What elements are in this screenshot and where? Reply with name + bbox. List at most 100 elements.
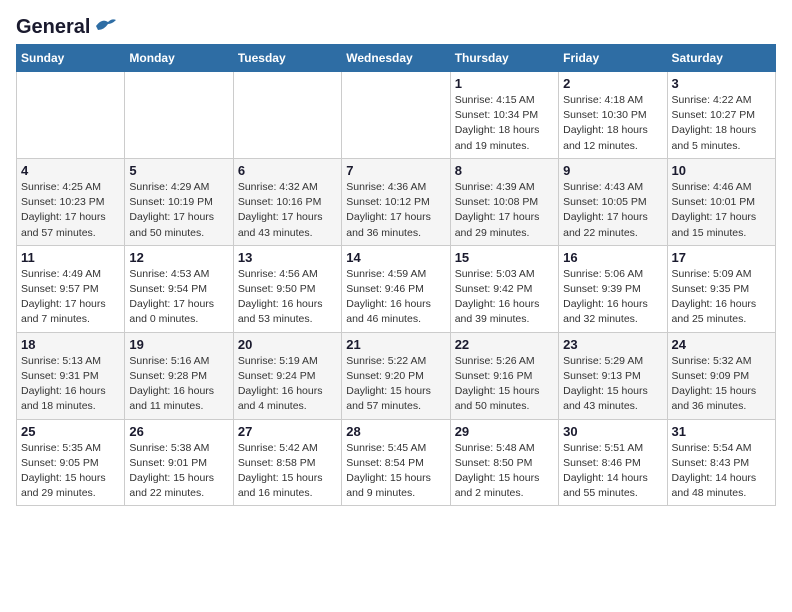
day-number: 17 (672, 250, 771, 265)
day-info: Sunrise: 5:54 AM Sunset: 8:43 PM Dayligh… (672, 441, 771, 502)
logo-general: General (16, 16, 90, 38)
week-row-1: 1 Sunrise: 4:15 AM Sunset: 10:34 PM Dayli… (17, 72, 776, 159)
empty-cell (125, 72, 233, 159)
day-info: Sunrise: 4:46 AM Sunset: 10:01 PM Daylig… (672, 180, 771, 241)
day-cell-31: 31 Sunrise: 5:54 AM Sunset: 8:43 PM Dayli… (667, 419, 775, 506)
day-number: 25 (21, 424, 120, 439)
calendar-table: SundayMondayTuesdayWednesdayThursdayFrid… (16, 44, 776, 506)
week-row-4: 18Sunrise: 5:13 AM Sunset: 9:31 PM Dayli… (17, 332, 776, 419)
day-info: Sunrise: 4:56 AM Sunset: 9:50 PM Dayligh… (238, 267, 337, 328)
day-info: Sunrise: 4:15 AM Sunset: 10:34 PM Daylig… (455, 93, 554, 154)
day-number: 22 (455, 337, 554, 352)
day-number: 5 (129, 163, 228, 178)
header: General (16, 16, 776, 34)
day-info: Sunrise: 4:22 AM Sunset: 10:27 PM Daylig… (672, 93, 771, 154)
day-number: 20 (238, 337, 337, 352)
day-cell-16: 16 Sunrise: 5:06 AM Sunset: 9:39 PM Dayli… (559, 245, 667, 332)
day-cell-26: 26 Sunrise: 5:38 AM Sunset: 9:01 PM Dayli… (125, 419, 233, 506)
day-cell-4: 4 Sunrise: 4:25 AM Sunset: 10:23 PM Dayli… (17, 158, 125, 245)
day-number: 12 (129, 250, 228, 265)
day-info: Sunrise: 5:35 AM Sunset: 9:05 PM Dayligh… (21, 441, 120, 502)
day-info: Sunrise: 5:13 AM Sunset: 9:31 PM Dayligh… (21, 354, 120, 415)
day-info: Sunrise: 5:32 AM Sunset: 9:09 PM Dayligh… (672, 354, 771, 415)
day-cell-23: 23Sunrise: 5:29 AM Sunset: 9:13 PM Dayli… (559, 332, 667, 419)
day-info: Sunrise: 4:39 AM Sunset: 10:08 PM Daylig… (455, 180, 554, 241)
day-info: Sunrise: 4:43 AM Sunset: 10:05 PM Daylig… (563, 180, 662, 241)
day-number: 28 (346, 424, 445, 439)
day-cell-10: 10 Sunrise: 4:46 AM Sunset: 10:01 PM Dayl… (667, 158, 775, 245)
day-info: Sunrise: 5:51 AM Sunset: 8:46 PM Dayligh… (563, 441, 662, 502)
day-cell-18: 18Sunrise: 5:13 AM Sunset: 9:31 PM Dayli… (17, 332, 125, 419)
day-number: 3 (672, 76, 771, 91)
day-cell-25: 25 Sunrise: 5:35 AM Sunset: 9:05 PM Dayli… (17, 419, 125, 506)
empty-cell (17, 72, 125, 159)
day-cell-13: 13 Sunrise: 4:56 AM Sunset: 9:50 PM Dayli… (233, 245, 341, 332)
weekday-header-thursday: Thursday (450, 45, 558, 72)
day-cell-11: 11Sunrise: 4:49 AM Sunset: 9:57 PM Dayli… (17, 245, 125, 332)
day-cell-29: 29Sunrise: 5:48 AM Sunset: 8:50 PM Dayli… (450, 419, 558, 506)
week-row-3: 11Sunrise: 4:49 AM Sunset: 9:57 PM Dayli… (17, 245, 776, 332)
day-info: Sunrise: 5:45 AM Sunset: 8:54 PM Dayligh… (346, 441, 445, 502)
day-info: Sunrise: 4:53 AM Sunset: 9:54 PM Dayligh… (129, 267, 228, 328)
day-cell-15: 15 Sunrise: 5:03 AM Sunset: 9:42 PM Dayli… (450, 245, 558, 332)
day-cell-21: 21Sunrise: 5:22 AM Sunset: 9:20 PM Dayli… (342, 332, 450, 419)
day-cell-30: 30 Sunrise: 5:51 AM Sunset: 8:46 PM Dayli… (559, 419, 667, 506)
day-number: 29 (455, 424, 554, 439)
empty-cell (233, 72, 341, 159)
day-number: 16 (563, 250, 662, 265)
weekday-header-tuesday: Tuesday (233, 45, 341, 72)
day-number: 30 (563, 424, 662, 439)
day-number: 24 (672, 337, 771, 352)
day-number: 2 (563, 76, 662, 91)
day-info: Sunrise: 4:29 AM Sunset: 10:19 PM Daylig… (129, 180, 228, 241)
day-number: 23 (563, 337, 662, 352)
weekday-header-monday: Monday (125, 45, 233, 72)
day-cell-12: 12 Sunrise: 4:53 AM Sunset: 9:54 PM Dayli… (125, 245, 233, 332)
day-info: Sunrise: 5:06 AM Sunset: 9:39 PM Dayligh… (563, 267, 662, 328)
day-info: Sunrise: 5:09 AM Sunset: 9:35 PM Dayligh… (672, 267, 771, 328)
day-info: Sunrise: 4:25 AM Sunset: 10:23 PM Daylig… (21, 180, 120, 241)
day-number: 15 (455, 250, 554, 265)
day-number: 9 (563, 163, 662, 178)
day-number: 26 (129, 424, 228, 439)
day-cell-7: 7Sunrise: 4:36 AM Sunset: 10:12 PM Dayli… (342, 158, 450, 245)
day-cell-22: 22Sunrise: 5:26 AM Sunset: 9:16 PM Dayli… (450, 332, 558, 419)
logo-bird-icon (94, 16, 116, 34)
logo: General (16, 16, 116, 34)
day-number: 13 (238, 250, 337, 265)
day-info: Sunrise: 4:36 AM Sunset: 10:12 PM Daylig… (346, 180, 445, 241)
day-cell-6: 6Sunrise: 4:32 AM Sunset: 10:16 PM Dayli… (233, 158, 341, 245)
day-number: 19 (129, 337, 228, 352)
day-number: 1 (455, 76, 554, 91)
week-row-2: 4 Sunrise: 4:25 AM Sunset: 10:23 PM Dayli… (17, 158, 776, 245)
day-cell-3: 3 Sunrise: 4:22 AM Sunset: 10:27 PM Dayli… (667, 72, 775, 159)
day-cell-17: 17 Sunrise: 5:09 AM Sunset: 9:35 PM Dayli… (667, 245, 775, 332)
day-number: 4 (21, 163, 120, 178)
day-number: 14 (346, 250, 445, 265)
day-cell-28: 28 Sunrise: 5:45 AM Sunset: 8:54 PM Dayli… (342, 419, 450, 506)
weekday-header-row: SundayMondayTuesdayWednesdayThursdayFrid… (17, 45, 776, 72)
day-info: Sunrise: 5:38 AM Sunset: 9:01 PM Dayligh… (129, 441, 228, 502)
day-cell-14: 14 Sunrise: 4:59 AM Sunset: 9:46 PM Dayli… (342, 245, 450, 332)
day-cell-24: 24 Sunrise: 5:32 AM Sunset: 9:09 PM Dayli… (667, 332, 775, 419)
day-info: Sunrise: 5:03 AM Sunset: 9:42 PM Dayligh… (455, 267, 554, 328)
day-number: 8 (455, 163, 554, 178)
week-row-5: 25 Sunrise: 5:35 AM Sunset: 9:05 PM Dayli… (17, 419, 776, 506)
day-cell-20: 20Sunrise: 5:19 AM Sunset: 9:24 PM Dayli… (233, 332, 341, 419)
weekday-header-sunday: Sunday (17, 45, 125, 72)
weekday-header-saturday: Saturday (667, 45, 775, 72)
day-cell-19: 19 Sunrise: 5:16 AM Sunset: 9:28 PM Dayli… (125, 332, 233, 419)
day-info: Sunrise: 4:49 AM Sunset: 9:57 PM Dayligh… (21, 267, 120, 328)
day-cell-27: 27Sunrise: 5:42 AM Sunset: 8:58 PM Dayli… (233, 419, 341, 506)
day-number: 6 (238, 163, 337, 178)
day-info: Sunrise: 5:16 AM Sunset: 9:28 PM Dayligh… (129, 354, 228, 415)
empty-cell (342, 72, 450, 159)
day-cell-2: 2 Sunrise: 4:18 AM Sunset: 10:30 PM Dayli… (559, 72, 667, 159)
day-info: Sunrise: 4:59 AM Sunset: 9:46 PM Dayligh… (346, 267, 445, 328)
day-info: Sunrise: 4:18 AM Sunset: 10:30 PM Daylig… (563, 93, 662, 154)
day-number: 10 (672, 163, 771, 178)
weekday-header-wednesday: Wednesday (342, 45, 450, 72)
day-number: 31 (672, 424, 771, 439)
day-cell-8: 8 Sunrise: 4:39 AM Sunset: 10:08 PM Dayli… (450, 158, 558, 245)
day-number: 21 (346, 337, 445, 352)
